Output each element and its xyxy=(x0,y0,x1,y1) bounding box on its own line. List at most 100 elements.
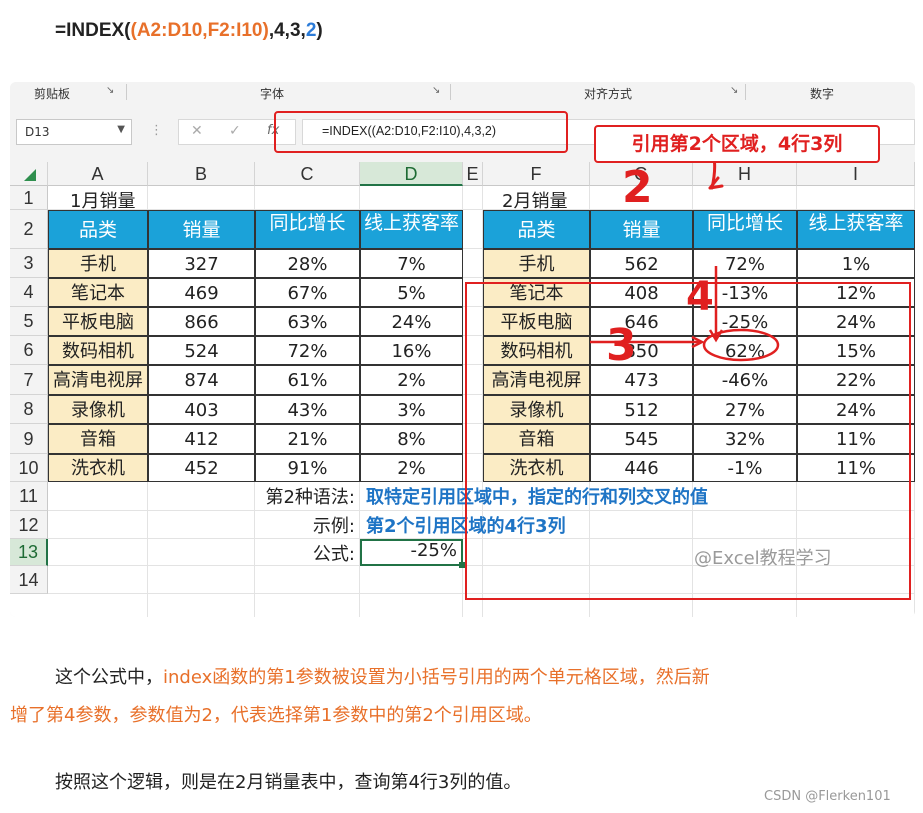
footer-credit: CSDN @Flerken101 xyxy=(764,789,891,804)
chevron-down-icon[interactable]: ▼ xyxy=(117,124,125,135)
row-header-3[interactable]: 3 xyxy=(10,249,48,278)
column-header-g[interactable]: G xyxy=(590,162,693,186)
table1-data-cell: 2% xyxy=(360,365,463,395)
table2-header-cell: 品类 xyxy=(483,210,590,249)
row-header-5[interactable]: 5 xyxy=(10,307,48,336)
row-header-13[interactable]: 13 xyxy=(10,539,48,566)
formula-prefix: =INDEX( xyxy=(55,20,131,41)
table1-data-cell: 笔记本 xyxy=(48,278,148,307)
name-box-value: D13 xyxy=(25,125,50,139)
column-header-h[interactable]: H xyxy=(693,162,797,186)
table1-data-cell: 866 xyxy=(148,307,255,336)
table1-data-cell: 327 xyxy=(148,249,255,278)
table1-data-cell: 音箱 xyxy=(48,424,148,454)
table1-data-cell: 63% xyxy=(255,307,360,336)
column-header-i[interactable]: I xyxy=(797,162,915,186)
row-header-12[interactable]: 12 xyxy=(10,511,48,539)
table1-data-cell: 452 xyxy=(148,454,255,482)
syntax-label: 第2种语法: xyxy=(265,487,355,508)
table1-data-cell: 16% xyxy=(360,336,463,365)
table1-header-cell: 线上获客率 xyxy=(360,210,463,249)
table2-data-cell: 1% xyxy=(797,249,915,278)
ribbon-separator xyxy=(745,84,746,100)
table1-data-cell: 469 xyxy=(148,278,255,307)
formula-suffix: ) xyxy=(316,20,323,41)
row-header-6[interactable]: 6 xyxy=(10,336,48,365)
table1-data-cell: 412 xyxy=(148,424,255,454)
column-header-d[interactable]: D xyxy=(360,162,463,186)
table1-data-cell: 2% xyxy=(360,454,463,482)
table1-data-cell: 8% xyxy=(360,424,463,454)
row-header-11[interactable]: 11 xyxy=(10,482,48,511)
table1-data-cell: 手机 xyxy=(48,249,148,278)
row-header-10[interactable]: 10 xyxy=(10,454,48,482)
table1-header-cell: 同比增长 xyxy=(255,210,360,249)
table1-data-cell: 24% xyxy=(360,307,463,336)
name-box[interactable]: D13 ▼ xyxy=(16,119,132,145)
table1-data-cell: 524 xyxy=(148,336,255,365)
explanation-line-3: 按照这个逻辑，则是在2月销量表中，查询第4行3列的值。 xyxy=(55,772,522,793)
table2-data-cell: 562 xyxy=(590,249,693,278)
table1-data-cell: 洗衣机 xyxy=(48,454,148,482)
ribbon-separator xyxy=(126,84,127,100)
ribbon-group-font[interactable]: 字体 xyxy=(260,85,284,102)
formula-args: ,4,3, xyxy=(268,20,306,41)
column-header-b[interactable]: B xyxy=(148,162,255,186)
row-header-9[interactable]: 9 xyxy=(10,424,48,454)
table1-data-cell: 403 xyxy=(148,395,255,424)
formula-highlight-box xyxy=(274,111,568,153)
column-header-e[interactable]: E xyxy=(463,162,483,186)
row-header-2[interactable]: 2 xyxy=(10,210,48,249)
enter-icon[interactable]: ✓ xyxy=(229,123,241,139)
row-header-8[interactable]: 8 xyxy=(10,395,48,424)
explanation-highlight: index函数的第1参数被设置为小括号引用的两个单元格区域，然后新 xyxy=(163,667,710,688)
column-header-c[interactable]: C xyxy=(255,162,360,186)
explanation-text: 这个公式中， xyxy=(55,667,163,688)
table1-data-cell: 3% xyxy=(360,395,463,424)
row-header-1[interactable]: 1 xyxy=(10,186,48,210)
more-options-icon[interactable]: ⋮ xyxy=(150,123,163,138)
column-header-a[interactable]: A xyxy=(48,162,148,186)
explanation-line-2: 增了第4参数，参数值为2，代表选择第1参数中的第2个引用区域。 xyxy=(10,705,542,726)
table1-data-cell: 数码相机 xyxy=(48,336,148,365)
table2-data-cell: 72% xyxy=(693,249,797,278)
ribbon-separator xyxy=(450,84,451,100)
row-header-4[interactable]: 4 xyxy=(10,278,48,307)
formula-ranges: (A2:D10,F2:I10) xyxy=(130,20,269,41)
table1-header-cell: 品类 xyxy=(48,210,148,249)
table1-data-cell: 5% xyxy=(360,278,463,307)
ribbon-groups: 剪贴板 ↘ 字体 ↘ 对齐方式 ↘ 数字 xyxy=(10,82,915,104)
formula-heading: =INDEX((A2:D10,F2:I10),4,3,2) xyxy=(55,20,323,42)
select-all-icon xyxy=(24,169,36,181)
dialog-launcher-icon[interactable]: ↘ xyxy=(730,85,738,96)
table1-header-cell: 销量 xyxy=(148,210,255,249)
formula-label: 公式: xyxy=(312,544,355,565)
table2-data-cell: 手机 xyxy=(483,249,590,278)
select-all-corner[interactable] xyxy=(10,162,48,186)
table2-header-cell: 同比增长 xyxy=(693,210,797,249)
table1-data-cell: 874 xyxy=(148,365,255,395)
dialog-launcher-icon[interactable]: ↘ xyxy=(106,85,114,96)
table1-data-cell: 67% xyxy=(255,278,360,307)
example-label: 示例: xyxy=(312,516,355,537)
ribbon-group-clipboard[interactable]: 剪贴板 xyxy=(34,85,70,102)
ribbon-group-number[interactable]: 数字 xyxy=(810,85,834,102)
table2-header-cell: 销量 xyxy=(590,210,693,249)
table2-header-cell: 线上获客率 xyxy=(797,210,915,249)
table1-data-cell: 61% xyxy=(255,365,360,395)
table1-data-cell: 28% xyxy=(255,249,360,278)
formula-area-arg: 2 xyxy=(305,20,317,41)
cancel-icon[interactable]: ✕ xyxy=(191,123,203,139)
table1-data-cell: 91% xyxy=(255,454,360,482)
worksheet-grid: A B C D E F G H I 1 2 3 4 5 6 7 8 9 10 11 12 13 14 1月销量 2月销量 品类 销量… xyxy=(10,162,915,617)
table1-data-cell: 43% xyxy=(255,395,360,424)
row-header-14[interactable]: 14 xyxy=(10,566,48,594)
excel-screenshot: 剪贴板 ↘ 字体 ↘ 对齐方式 ↘ 数字 D13 ▼ ⋮ ✕ ✓ fx =IND… xyxy=(10,82,915,617)
row-header-7[interactable]: 7 xyxy=(10,365,48,395)
annotation-callout: 引用第2个区域，4行3列 xyxy=(594,125,880,163)
explanation-line-1: 这个公式中，index函数的第1参数被设置为小括号引用的两个单元格区域，然后新 xyxy=(55,662,710,694)
table1-data-cell: 21% xyxy=(255,424,360,454)
ribbon-group-alignment[interactable]: 对齐方式 xyxy=(584,85,632,102)
column-header-f[interactable]: F xyxy=(483,162,590,186)
dialog-launcher-icon[interactable]: ↘ xyxy=(432,85,440,96)
